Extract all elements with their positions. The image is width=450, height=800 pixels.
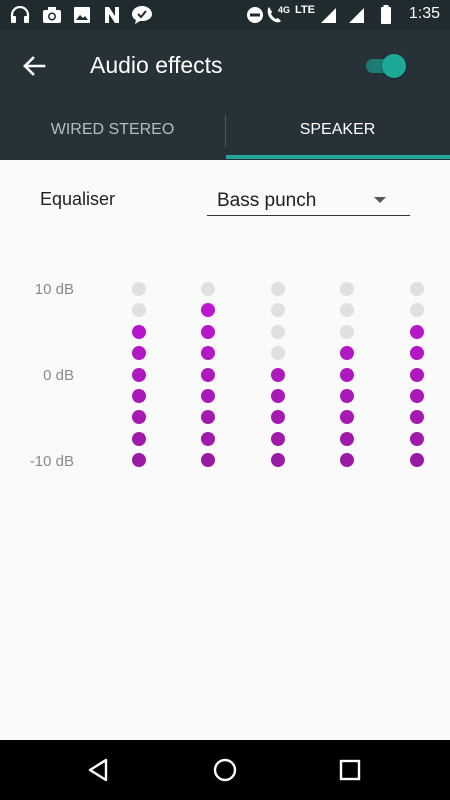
tab-speaker[interactable]: SPEAKER (225, 102, 450, 160)
eq-band-3-dot[interactable] (271, 367, 285, 382)
toggle-thumb (382, 54, 406, 78)
eq-band-3-dot[interactable] (271, 389, 285, 403)
eq-band-3-dot[interactable] (271, 282, 285, 296)
back-button[interactable] (16, 48, 52, 84)
eq-band-2-dot[interactable] (201, 303, 215, 318)
eq-band-2-dot[interactable] (201, 282, 215, 296)
eq-band-5-dot[interactable] (410, 282, 424, 296)
preset-value: Bass punch (217, 190, 317, 211)
do-not-disturb-icon (247, 7, 263, 23)
eq-band-3-dot[interactable] (271, 453, 285, 468)
eq-band-4-dot[interactable] (340, 431, 354, 446)
chat-icon (132, 6, 152, 24)
clock: 1:35 (408, 5, 440, 22)
eq-band-4-dot[interactable] (340, 410, 354, 425)
image-icon (74, 7, 90, 23)
eq-band-5-dot[interactable] (410, 346, 424, 361)
eq-band-5-dot[interactable] (410, 303, 424, 318)
eq-band-2-dot[interactable] (201, 431, 215, 446)
eq-band-5-dot[interactable] (410, 389, 424, 403)
eq-band-2-dot[interactable] (201, 367, 215, 382)
eq-band-2-dot[interactable] (201, 410, 215, 425)
page-title: Audio effects (90, 52, 223, 78)
eq-band-5-dot[interactable] (410, 431, 424, 446)
eq-band-4-dot[interactable] (340, 282, 354, 296)
eq-band-1-dot[interactable] (132, 410, 146, 425)
eq-band-3-dot[interactable] (271, 346, 285, 361)
back-triangle-icon[interactable] (86, 757, 112, 783)
eq-band-2-dot[interactable] (201, 389, 215, 403)
eq-band-1-dot[interactable] (132, 324, 146, 339)
eq-band-4-dot[interactable] (340, 367, 354, 382)
signal-icon (349, 8, 364, 23)
headphones-icon (10, 6, 30, 23)
equaliser-label: Equaliser (40, 189, 116, 209)
network-4g-label: 4G (278, 5, 291, 15)
eq-band-3-dot[interactable] (271, 324, 285, 339)
eq-band-2-dot[interactable] (201, 453, 215, 468)
db-label-bottom: -10 dB (29, 453, 74, 470)
recents-square-icon[interactable] (337, 757, 363, 783)
toolbar: Audio effects (0, 30, 450, 102)
eq-band-4-dot[interactable] (340, 324, 354, 339)
eq-band-4-dot[interactable] (340, 389, 354, 403)
eq-band-2-dot[interactable] (201, 346, 215, 361)
tab-wired-stereo[interactable]: WIRED STEREO (0, 102, 225, 160)
navigation-bar (0, 740, 450, 800)
dropdown-arrow-icon (374, 197, 386, 203)
eq-band-4-dot[interactable] (340, 453, 354, 468)
tab-bar: WIRED STEREO SPEAKER (0, 102, 450, 160)
eq-band-3-dot[interactable] (271, 303, 285, 318)
eq-band-1-dot[interactable] (132, 389, 146, 403)
eq-band-5-dot[interactable] (410, 410, 424, 425)
db-label-top: 10 dB (34, 281, 74, 298)
eq-band-1-dot[interactable] (132, 453, 146, 468)
status-bar: 4G LTE 1:35 (0, 0, 450, 30)
eq-band-2-dot[interactable] (201, 324, 215, 339)
eq-band-3-dot[interactable] (271, 431, 285, 446)
network-lte-label: LTE (295, 4, 315, 16)
eq-band-4-dot[interactable] (340, 303, 354, 318)
eq-band-4-dot[interactable] (340, 346, 354, 361)
eq-band-1-dot[interactable] (132, 346, 146, 361)
battery-icon (381, 5, 391, 24)
eq-band-1-dot[interactable] (132, 367, 146, 382)
home-circle-icon[interactable] (212, 757, 238, 783)
camera-icon (43, 7, 61, 23)
signal-icon (321, 8, 336, 23)
db-label-middle: 0 dB (43, 367, 74, 384)
eq-band-1-dot[interactable] (132, 303, 146, 318)
eq-band-1-dot[interactable] (132, 282, 146, 296)
arrow-back-icon (23, 56, 46, 76)
eq-band-5-dot[interactable] (410, 453, 424, 468)
eq-band-5-dot[interactable] (410, 367, 424, 382)
eq-band-1-dot[interactable] (132, 431, 146, 446)
eq-band-3-dot[interactable] (271, 410, 285, 425)
n-app-icon (105, 7, 119, 23)
eq-band-5-dot[interactable] (410, 324, 424, 339)
equaliser-preset-dropdown[interactable]: Bass punch (207, 186, 410, 216)
tab-indicator (226, 155, 450, 159)
audio-effects-toggle[interactable] (364, 52, 408, 80)
